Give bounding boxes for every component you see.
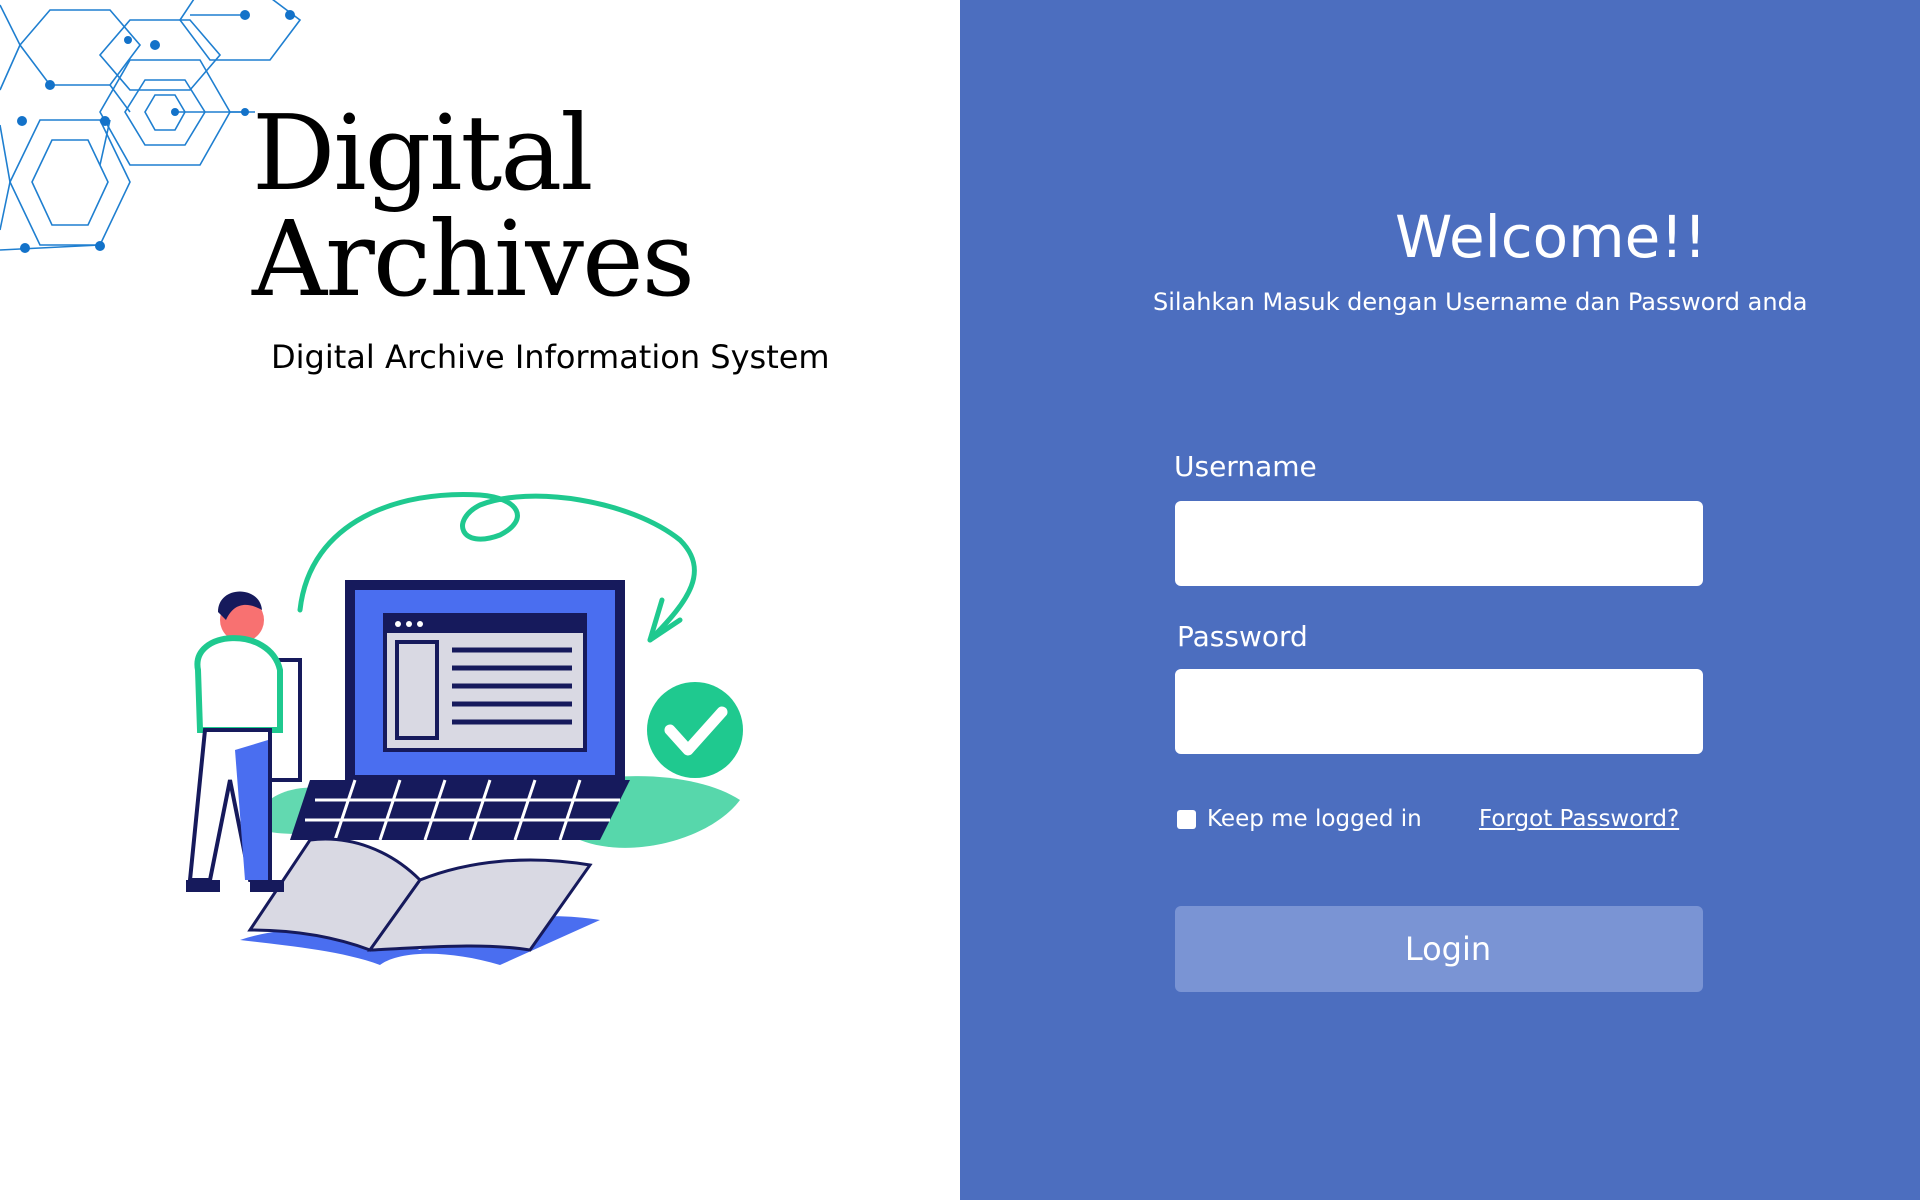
laptop-keyboard [290, 780, 630, 840]
password-input[interactable] [1175, 669, 1703, 754]
brand-title-line2: Archives [252, 198, 695, 320]
password-label: Password [1177, 620, 1308, 653]
brand-title-line1: Digital [252, 92, 594, 214]
check-circle-icon [647, 682, 743, 778]
username-label: Username [1174, 450, 1317, 483]
username-input[interactable] [1175, 501, 1703, 586]
remember-label: Keep me logged in [1207, 806, 1422, 832]
person-figure [186, 591, 302, 892]
archive-illustration [186, 491, 743, 965]
brand-title: Digital Archives [252, 92, 695, 320]
window-content [383, 613, 587, 752]
brand-subtitle: Digital Archive Information System [271, 338, 830, 376]
remember-checkbox[interactable] [1177, 809, 1196, 829]
login-panel: Welcome!! Silahkan Masuk dengan Username… [960, 0, 1920, 1200]
login-button[interactable]: Login [1175, 906, 1703, 992]
welcome-heading: Welcome!! [1395, 203, 1707, 271]
branding-panel: Digital Archives Digital Archive Informa… [0, 0, 960, 1200]
forgot-password-link[interactable]: Forgot Password? [1479, 806, 1679, 832]
login-instructions: Silahkan Masuk dengan Username dan Passw… [1153, 288, 1808, 316]
remember-me[interactable]: Keep me logged in [1177, 806, 1422, 832]
